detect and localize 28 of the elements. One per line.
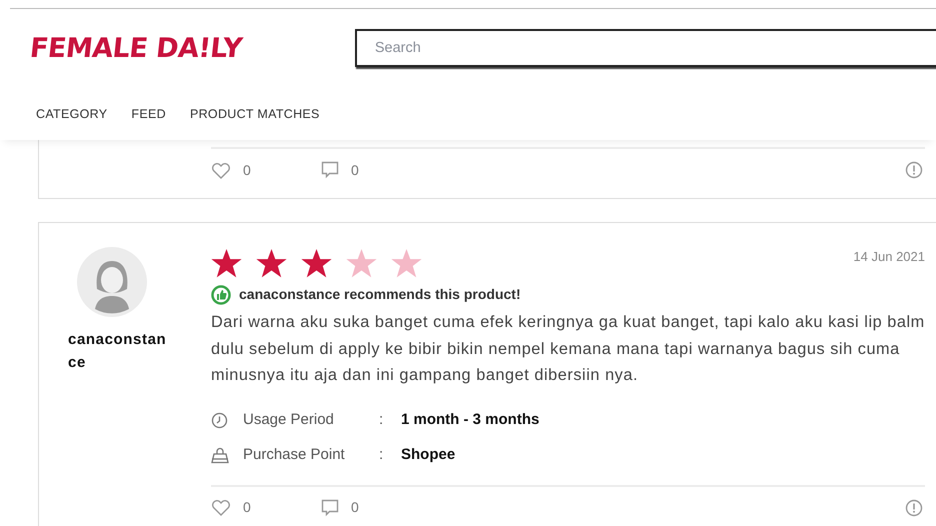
- report-icon[interactable]: [905, 161, 923, 179]
- clock-icon: [211, 412, 228, 428]
- heart-icon[interactable]: [211, 499, 231, 516]
- detail-value: Shopee: [401, 444, 456, 465]
- recommendation-text: canaconstance recommends this product!: [239, 285, 521, 304]
- detail-value: 1 month - 3 months: [401, 410, 540, 430]
- like-count: 0: [243, 498, 251, 517]
- detail-label: Usage Period: [243, 410, 335, 430]
- heart-icon[interactable]: [211, 162, 231, 178]
- logo[interactable]: FEMALE DA!LY: [28, 34, 244, 62]
- nav-link-item[interactable]: CATEGORY: [36, 105, 108, 124]
- comment-icon[interactable]: [321, 161, 339, 179]
- report-icon[interactable]: [905, 498, 923, 516]
- review-text: Dari warna aku suka banget cuma efek keringnya ga kuat banget, tapi kalo aku kasi lip balm dulu sebelum di apply ke bibir bikin nempel kemana mana tapi warnanya bagus sih cuma minusnya itu aja dan ini gampang banget dibersiin nya.: [211, 312, 925, 386]
- nav-link-item[interactable]: PRODUCT MATCHES: [190, 105, 320, 124]
- avatar-icon: [77, 247, 147, 317]
- detail-label: Purchase Point: [243, 444, 346, 465]
- review-date: 14 Jun 2021: [853, 248, 925, 266]
- bag-icon: [211, 446, 229, 464]
- username[interactable]: canaconstance: [68, 328, 168, 374]
- comment-count: 0: [351, 498, 359, 517]
- nav-link-item[interactable]: FEED: [131, 105, 166, 124]
- comment-icon[interactable]: [321, 498, 339, 516]
- separator: :: [379, 444, 384, 465]
- like-count: 0: [243, 160, 251, 180]
- separator: :: [379, 410, 384, 430]
- search-field[interactable]: Search: [354, 29, 936, 67]
- comment-count: 0: [351, 160, 359, 180]
